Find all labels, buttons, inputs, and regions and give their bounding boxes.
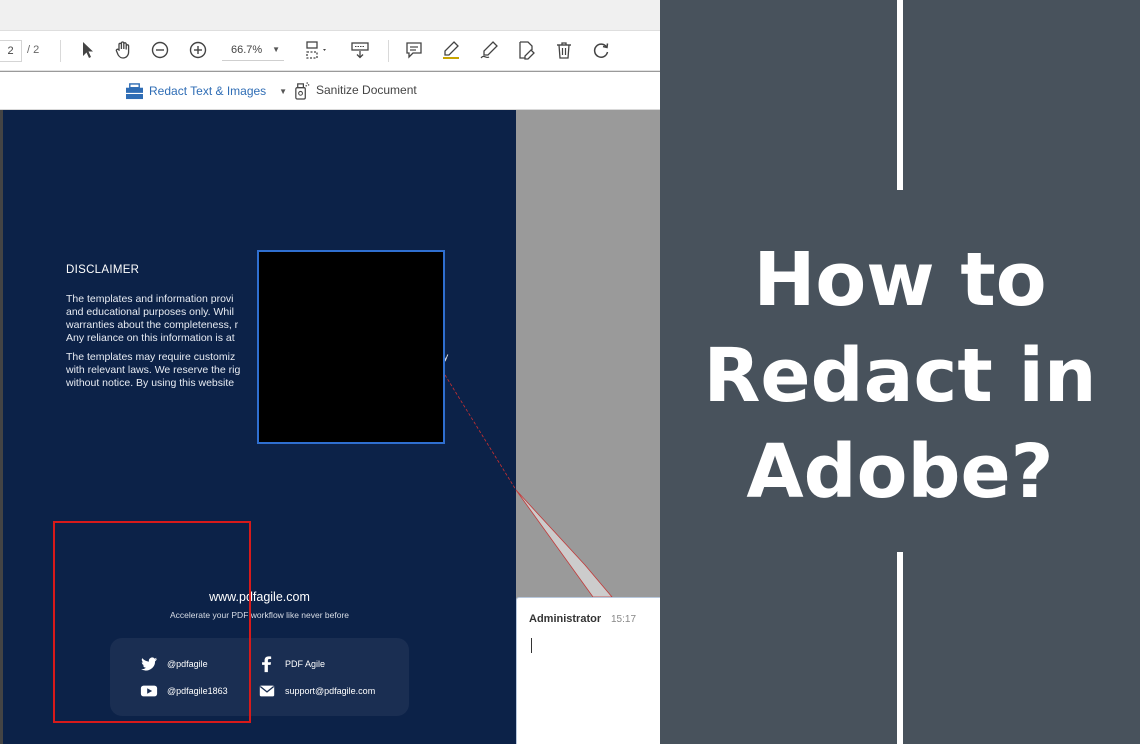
comment-timestamp: 15:17: [611, 614, 637, 625]
comment-author: Administrator: [529, 613, 602, 625]
social-facebook: PDF Agile: [258, 655, 325, 673]
title-panel: How to Redact in Adobe?: [660, 0, 1140, 744]
headline-line-2: Redact in: [703, 333, 1097, 419]
divider-line-bottom: [897, 552, 903, 744]
social-email: support@pdfagile.com: [258, 682, 375, 700]
acrobat-window: 2 / 2 66.7% ▼ Redact Text & Images ▼ San…: [0, 0, 660, 744]
red-marked-area[interactable]: [53, 521, 251, 723]
headline: How to Redact in Adobe?: [660, 232, 1140, 520]
comment-text-cursor[interactable]: [531, 638, 532, 653]
headline-line-3: Adobe?: [746, 429, 1054, 515]
redaction-overlay-box[interactable]: [257, 250, 445, 444]
comment-popup[interactable]: Administrator 15:17: [516, 597, 660, 744]
headline-line-1: How to: [753, 237, 1047, 323]
divider-line-top: [897, 0, 903, 190]
facebook-name: PDF Agile: [285, 659, 326, 669]
facebook-icon: [262, 656, 272, 673]
support-email: support@pdfagile.com: [285, 686, 376, 696]
mail-icon: [259, 685, 275, 697]
